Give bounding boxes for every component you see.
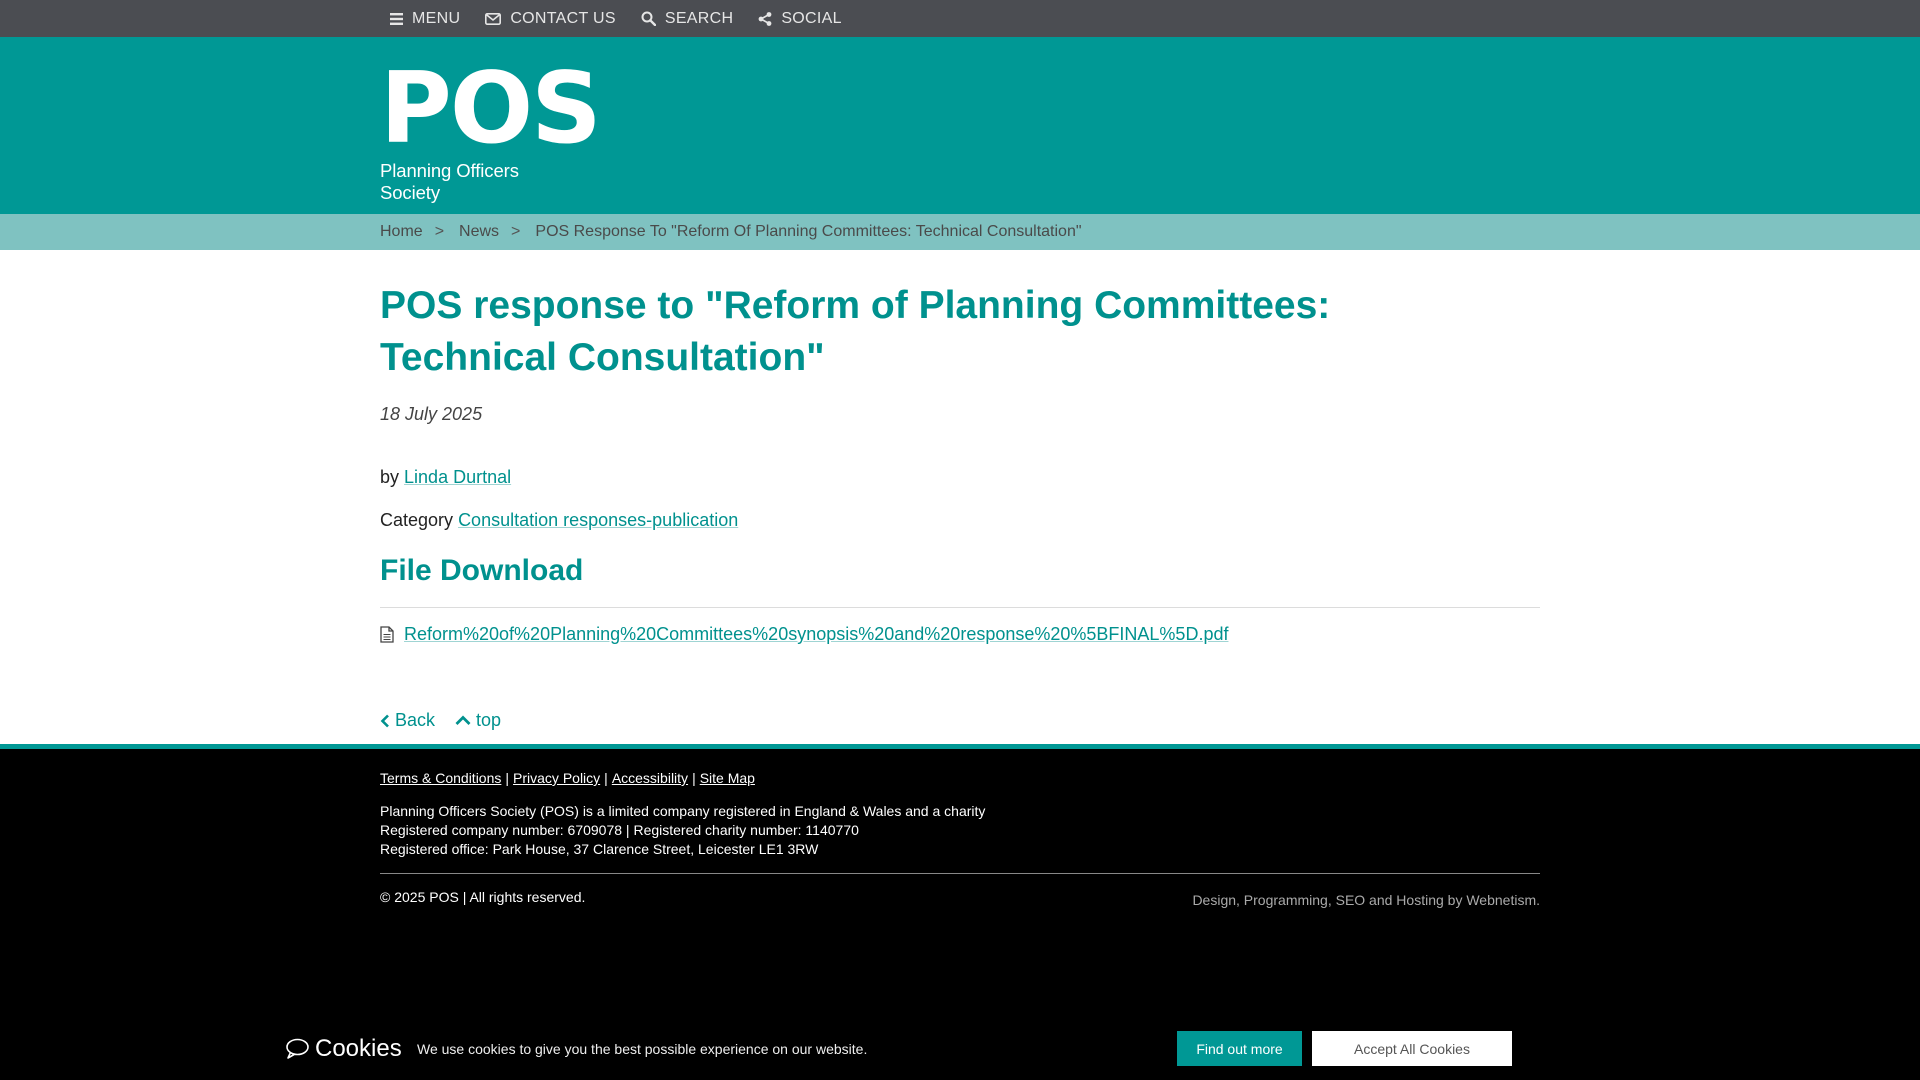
file-download-item: Reform%20of%20Planning%20Committees%20sy… xyxy=(380,624,1228,645)
breadcrumb-home[interactable]: Home xyxy=(380,223,423,241)
page-title: POS response to "Reform of Planning Comm… xyxy=(380,284,1331,379)
accessibility-link[interactable]: Accessibility xyxy=(612,770,688,786)
top-nav: MENU CONTACT US SEARCH SOCIAL xyxy=(380,0,1540,37)
privacy-policy-link[interactable]: Privacy Policy xyxy=(513,770,600,786)
search-icon xyxy=(641,11,656,26)
back-link[interactable]: Back xyxy=(380,710,435,731)
agency-credit-link[interactable]: Design, Programming, SEO and Hosting by … xyxy=(1192,892,1540,908)
page-nav: Back top xyxy=(380,710,521,731)
footer-divider xyxy=(380,873,1540,874)
top-label: top xyxy=(476,710,502,730)
logo-mark: POS xyxy=(380,52,602,166)
footer-link-separator: | xyxy=(505,770,510,786)
cookie-title-text: Cookies xyxy=(315,1035,402,1062)
find-out-more-button[interactable]: Find out more xyxy=(1177,1031,1302,1066)
footer-links: Terms & Conditions | Privacy Policy | Access… xyxy=(380,770,755,786)
share-icon xyxy=(758,11,772,26)
company-info-line: Registered company number: 6709078 | Reg… xyxy=(380,822,859,838)
search-button[interactable]: SEARCH xyxy=(641,10,733,28)
site-footer: Terms & Conditions | Privacy Policy | Access… xyxy=(0,749,1920,1017)
company-info: Planning Officers Society (POS) is a lim… xyxy=(380,802,985,859)
envelope-icon xyxy=(485,12,502,25)
category-link[interactable]: Consultation responses-publication xyxy=(458,510,738,530)
accept-all-cookies-button[interactable]: Accept All Cookies xyxy=(1312,1031,1512,1066)
site-map-link[interactable]: Site Map xyxy=(700,770,755,786)
file-icon xyxy=(380,626,394,643)
breadcrumb-current: POS Response To "Reform Of Planning Comm… xyxy=(535,223,1082,240)
top-link[interactable]: top xyxy=(455,710,501,731)
search-label: SEARCH xyxy=(664,9,734,27)
cookie-banner: Cookies We use cookies to give you the b… xyxy=(0,1017,1920,1080)
file-download-heading: File Download xyxy=(380,554,584,587)
cookie-title: Cookies xyxy=(285,1035,402,1063)
category-line: Category Consultation responses-publicat… xyxy=(380,510,738,531)
footer-link-separator: | xyxy=(604,770,608,786)
cookie-message: We use cookies to give you the best poss… xyxy=(417,1041,868,1057)
contact-us-label: CONTACT US xyxy=(510,9,616,27)
chevron-up-icon xyxy=(455,715,471,725)
byline: by Linda Durtnal xyxy=(380,467,511,488)
footer-link-separator: | xyxy=(692,770,696,786)
logo-subtitle: Planning Officers Society xyxy=(380,160,519,203)
top-utility-bar: MENU CONTACT US SEARCH SOCIAL xyxy=(0,0,1920,37)
breadcrumb-separator: > xyxy=(434,223,445,240)
contact-us-link[interactable]: CONTACT US xyxy=(485,10,616,28)
terms-link[interactable]: Terms & Conditions xyxy=(380,770,501,786)
category-label: Category xyxy=(380,510,454,530)
chevron-left-icon xyxy=(380,714,389,727)
back-label: Back xyxy=(395,710,436,730)
company-info-line: Planning Officers Society (POS) is a lim… xyxy=(380,803,986,819)
file-download-link[interactable]: Reform%20of%20Planning%20Committees%20sy… xyxy=(404,624,1228,645)
divider xyxy=(380,607,1540,608)
menu-button[interactable]: MENU xyxy=(390,10,460,28)
breadcrumb: Home > News > POS Response To "Reform Of… xyxy=(380,214,1082,250)
speech-bubble-icon xyxy=(286,1038,309,1059)
publish-date: 18 July 2025 xyxy=(380,404,483,424)
menu-label: MENU xyxy=(412,9,461,27)
breadcrumb-bar: Home > News > POS Response To "Reform Of… xyxy=(0,214,1920,250)
breadcrumb-separator: > xyxy=(511,223,521,240)
breadcrumb-news[interactable]: News xyxy=(459,223,499,241)
site-header: POS Planning Officers Society xyxy=(0,37,1920,214)
social-label: SOCIAL xyxy=(781,9,842,27)
social-button[interactable]: SOCIAL xyxy=(758,10,842,28)
by-label: by xyxy=(380,467,400,487)
site-logo[interactable]: POS Planning Officers Society xyxy=(380,52,602,204)
author-link[interactable]: Linda Durtnal xyxy=(404,467,511,487)
company-info-line: Registered office: Park House, 37 Claren… xyxy=(380,841,819,857)
bars-icon xyxy=(390,12,403,25)
copyright: © 2025 POS | All rights reserved. xyxy=(380,889,586,905)
